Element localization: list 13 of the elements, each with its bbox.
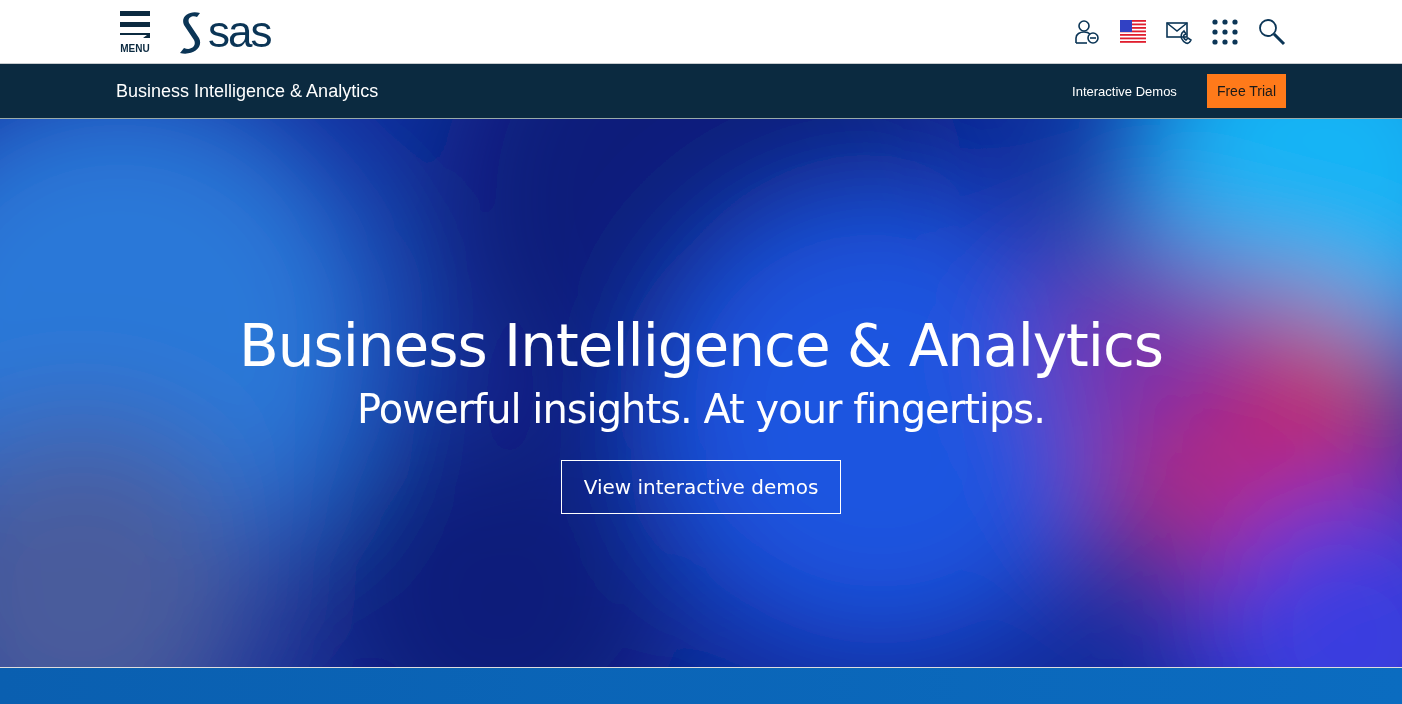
menu-icon xyxy=(120,9,150,40)
free-trial-button[interactable]: Free Trial xyxy=(1206,74,1286,108)
section-title: Business Intelligence & Analytics xyxy=(116,80,379,102)
apps-grid-icon[interactable] xyxy=(1212,18,1238,45)
menu-button[interactable]: MENU xyxy=(120,9,150,54)
search-icon[interactable] xyxy=(1258,17,1286,46)
account-icon[interactable] xyxy=(1074,18,1100,45)
hero-title: Business Intelligence & Analytics xyxy=(238,312,1164,380)
demos-link[interactable]: Interactive Demos xyxy=(1072,83,1177,99)
flag-icon[interactable] xyxy=(1120,18,1146,45)
logo[interactable]: sas xyxy=(176,9,271,54)
hero-subtitle: Powerful insights. At your fingertips. xyxy=(357,386,1045,432)
demos-button[interactable]: View interactive demos xyxy=(560,460,842,514)
